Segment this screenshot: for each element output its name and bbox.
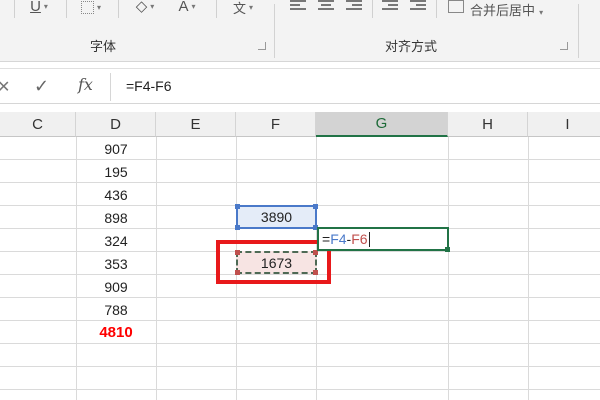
text-caret [368,231,370,247]
align-right-icon[interactable] [346,0,362,13]
column-header-c[interactable]: C [0,112,76,137]
formula-input[interactable]: =F4-F6 [126,78,172,94]
cell-d2[interactable]: 195 [76,160,156,183]
fill-handle[interactable] [445,247,450,252]
column-header-g[interactable]: G [316,112,448,137]
cell-f4-referenced[interactable]: 3890 [235,204,318,230]
merge-center-button[interactable]: 合并后居中 ▾ [470,0,543,19]
ref-handle[interactable] [235,204,240,209]
merge-center-icon[interactable] [448,0,464,13]
insert-function-button[interactable]: fx [78,75,93,94]
cell-d4[interactable]: 898 [76,206,156,229]
ref-handle[interactable] [235,225,240,230]
cell-d7[interactable]: 909 [76,275,156,298]
ref-handle[interactable] [313,204,318,209]
column-header-d[interactable]: D [76,112,156,137]
ribbon-separator [372,0,373,18]
group-divider [578,4,579,58]
font-dialog-launcher-icon[interactable] [258,42,266,50]
align-left-icon[interactable] [290,0,306,13]
increase-indent-icon[interactable] [410,0,426,13]
cell-d8[interactable]: 788 [76,298,156,321]
formula-bar: ✕ ✓ fx =F4-F6 [0,68,600,104]
group-divider [274,4,275,58]
ribbon-separator [436,0,437,18]
cell-d6[interactable]: 353 [76,252,156,275]
border-button[interactable]: ▾ [76,0,106,17]
alignment-dialog-launcher-icon[interactable] [560,42,568,50]
ribbon-separator [14,0,15,18]
cell-d3[interactable]: 436 [76,183,156,206]
cell-d1[interactable]: 907 [76,137,156,160]
cell-d5[interactable]: 324 [76,229,156,252]
column-header-h[interactable]: H [448,112,528,137]
ribbon: U ▾ ▾ ◇ ▾ A ▾ 文 ▾ 字体 合并后居中 ▾ 对齐方式 [0,0,600,62]
highlight-annotation-box [216,240,331,284]
ribbon-separator [66,0,67,18]
column-header-e[interactable]: E [156,112,236,137]
font-color-button[interactable]: A ▾ [172,0,202,16]
align-center-icon[interactable] [318,0,334,13]
alignment-group-label: 对齐方式 [385,40,438,55]
cell-d-total[interactable]: 4810 [76,321,156,344]
formula-bar-divider [110,73,111,101]
ribbon-separator [216,0,217,18]
decrease-indent-icon[interactable] [382,0,398,13]
cell-g5-editing[interactable]: = F4- F6 [317,227,450,252]
column-header-i[interactable]: I [528,112,600,137]
bold-button-edge[interactable] [0,0,10,16]
underline-button[interactable]: U ▾ [24,0,54,16]
phonetic-guide-button[interactable]: 文 ▾ [224,0,262,17]
ribbon-separator [118,0,119,18]
border-icon [80,0,94,14]
fill-color-button[interactable]: ◇ ▾ [128,0,162,16]
column-header-f[interactable]: F [236,112,316,137]
paint-bucket-icon: ◇ [135,0,148,15]
cancel-icon[interactable]: ✕ [0,77,10,97]
enter-check-icon[interactable]: ✓ [34,76,49,97]
font-group-label: 字体 [90,40,117,55]
